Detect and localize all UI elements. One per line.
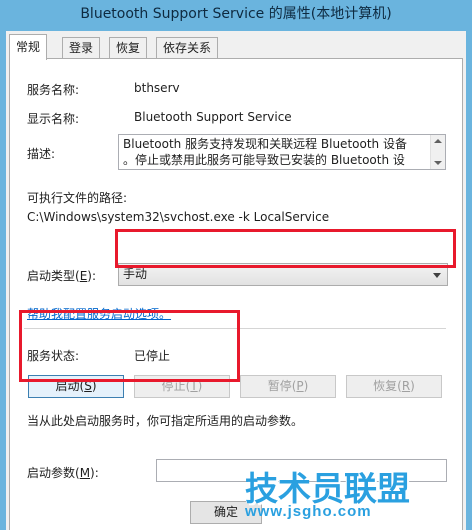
window-frame: Bluetooth Support Service 的属性(本地计算机) 常规 … [0, 0, 472, 530]
tab-label: 登录 [69, 41, 94, 55]
general-page: 服务名称: bthserv 显示名称: Bluetooth Support Se… [9, 58, 463, 530]
description-line: 。停止或禁用此服务可能导致已安装的 Bluetooth 设 [123, 153, 405, 167]
tab-logon[interactable]: 登录 [62, 37, 101, 59]
description-scrollbar[interactable] [430, 135, 445, 169]
button-label: 停止( [161, 379, 191, 393]
button-label: ) [91, 379, 97, 393]
description-textbox[interactable]: Bluetooth 服务支持发现和关联远程 Bluetooth 设备 。停止或禁… [118, 134, 446, 170]
stop-button[interactable]: 停止(T) [134, 375, 230, 398]
resume-button[interactable]: 恢复(R) [346, 375, 442, 398]
button-label: 启动( [55, 379, 85, 393]
access-key: R [401, 379, 411, 393]
startup-type-select[interactable]: 手动 [118, 263, 448, 286]
scroll-down-icon[interactable] [434, 161, 442, 165]
button-label: 恢复( [373, 379, 402, 393]
tab-label: 依存关系 [163, 41, 212, 55]
pause-button[interactable]: 暂停(P) [240, 375, 336, 398]
service-name-label: 服务名称: [27, 83, 80, 97]
access-key: S [84, 379, 92, 393]
start-params-label: 启动参数(M): [27, 464, 99, 481]
access-key: P [296, 379, 304, 393]
label-text: 启动类型( [27, 269, 80, 283]
exe-path-label: 可执行文件的路径: [27, 191, 128, 205]
label-text: ): [87, 269, 97, 283]
label-text: ): [90, 466, 99, 480]
exe-path-value: C:\Windows\system32\svchost.exe -k Local… [27, 210, 330, 224]
start-params-hint: 当从此处启动服务时，你可指定所适用的启动参数。 [27, 414, 304, 428]
button-label: ) [410, 379, 415, 393]
startup-type-value: 手动 [123, 267, 148, 281]
button-label: ) [197, 379, 203, 393]
help-configure-link[interactable]: 帮助我配置服务启动选项。 [27, 305, 171, 322]
scroll-up-icon[interactable] [434, 139, 442, 143]
description-line: Bluetooth 服务支持发现和关联远程 Bluetooth 设备 [123, 137, 407, 151]
access-key: M [79, 466, 91, 480]
service-name-value: bthserv [134, 81, 180, 95]
tab-dependencies[interactable]: 依存关系 [156, 37, 219, 59]
startup-type-label: 启动类型(E): [27, 267, 96, 284]
display-name-value: Bluetooth Support Service [134, 110, 292, 124]
service-status-label: 服务状态: [27, 349, 80, 363]
watermark-url: www.jsgho.com [245, 503, 372, 520]
window-title: Bluetooth Support Service 的属性(本地计算机) [80, 6, 392, 22]
tab-label: 常规 [16, 40, 41, 54]
tab-recovery[interactable]: 恢复 [109, 37, 148, 59]
chevron-down-icon [433, 273, 441, 278]
button-label: 暂停( [267, 379, 297, 393]
display-name-label: 显示名称: [27, 112, 80, 126]
description-label: 描述: [27, 147, 56, 161]
label-text: 启动参数( [27, 466, 80, 480]
access-key: T [190, 379, 198, 393]
divider [24, 328, 446, 329]
tab-label: 恢复 [116, 41, 141, 55]
tab-general[interactable]: 常规 [9, 34, 48, 60]
service-status-value: 已停止 [134, 349, 171, 363]
start-button[interactable]: 启动(S) [28, 375, 124, 398]
dialog-client: 常规 登录 恢复 依存关系 服务名称: bthserv 显示名称: Blueto… [6, 31, 466, 530]
button-label: ) [303, 379, 309, 393]
